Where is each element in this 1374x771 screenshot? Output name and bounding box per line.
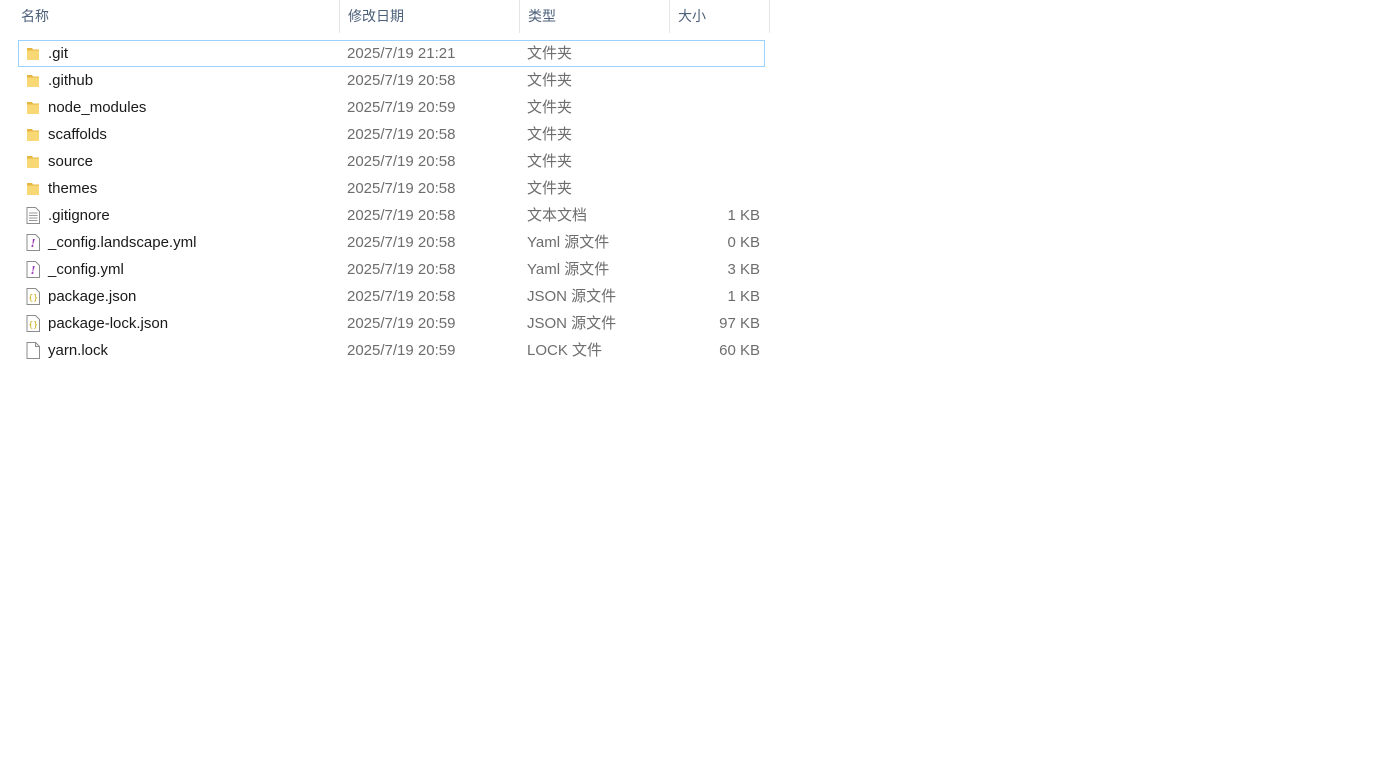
file-modified-date: 2025/7/19 20:59 (347, 342, 456, 359)
column-header-size[interactable]: 大小 (670, 0, 770, 33)
text-file-icon (26, 207, 40, 224)
file-modified-date: 2025/7/19 20:59 (347, 99, 456, 116)
file-type: Yaml 源文件 (527, 234, 610, 251)
folder-icon (26, 180, 40, 197)
file-size: 1 KB (727, 288, 760, 305)
column-header-date[interactable]: 修改日期 (340, 0, 520, 33)
file-row[interactable]: ! _config.landscape.yml 2025/7/19 20:58 Yam… (18, 229, 765, 256)
file-modified-date: 2025/7/19 20:58 (347, 153, 456, 170)
file-name: _config.yml (48, 261, 124, 278)
svg-text:!: ! (31, 264, 36, 277)
file-type: Yaml 源文件 (527, 261, 610, 278)
file-name: scaffolds (48, 126, 107, 143)
column-header-date-label: 修改日期 (348, 8, 404, 24)
folder-icon (26, 126, 40, 143)
file-row[interactable]: themes 2025/7/19 20:58 文件夹 (18, 175, 765, 202)
file-row[interactable]: {} package-lock.json 2025/7/19 20:59 JSON 源… (18, 310, 765, 337)
file-modified-date: 2025/7/19 20:59 (347, 315, 456, 332)
file-name: .git (48, 45, 69, 62)
file-type: 文件夹 (527, 99, 573, 116)
column-header-name-label: 名称 (21, 8, 49, 24)
file-name: themes (48, 180, 98, 197)
file-type: 文件夹 (527, 153, 573, 170)
column-header-name[interactable]: 名称 ^ (13, 0, 340, 33)
file-name: .github (48, 72, 94, 89)
column-header-size-label: 大小 (678, 8, 706, 24)
svg-text:{}: {} (28, 293, 38, 302)
file-modified-date: 2025/7/19 20:58 (347, 261, 456, 278)
file-modified-date: 2025/7/19 20:58 (347, 72, 456, 89)
folder-icon (26, 72, 40, 89)
file-name: yarn.lock (48, 342, 109, 359)
file-type: 文本文档 (527, 207, 588, 224)
file-type: 文件夹 (527, 45, 573, 62)
file-type: 文件夹 (527, 72, 573, 89)
yaml-file-icon: ! (26, 234, 40, 251)
file-size: 0 KB (727, 234, 760, 251)
file-type: JSON 源文件 (527, 288, 617, 305)
file-type: 文件夹 (527, 180, 573, 197)
file-name: node_modules (48, 99, 147, 116)
file-modified-date: 2025/7/19 21:21 (347, 45, 456, 62)
file-row[interactable]: {} package.json 2025/7/19 20:58 JSON 源文件 1 K… (18, 283, 765, 310)
svg-text:!: ! (31, 237, 36, 250)
file-size: 3 KB (727, 261, 760, 278)
file-modified-date: 2025/7/19 20:58 (347, 180, 456, 197)
file-row[interactable]: .github 2025/7/19 20:58 文件夹 (18, 67, 765, 94)
file-modified-date: 2025/7/19 20:58 (347, 234, 456, 251)
file-row[interactable]: ! _config.yml 2025/7/19 20:58 Yaml 源文件 3 KB (18, 256, 765, 283)
folder-icon (26, 99, 40, 116)
file-name: source (48, 153, 94, 170)
folder-icon (26, 153, 40, 170)
blank-file-icon (26, 342, 40, 359)
file-explorer: 名称 ^ 修改日期 类型 大小 .git2025/7/19 21:21文件夹.g… (0, 0, 1374, 771)
file-type: LOCK 文件 (527, 342, 603, 359)
yaml-file-icon: ! (26, 261, 40, 278)
file-row[interactable]: scaffolds 2025/7/19 20:58 文件夹 (18, 121, 765, 148)
column-header-bar: 名称 ^ 修改日期 类型 大小 (0, 0, 770, 33)
sort-ascending-icon: ^ (183, 0, 188, 7)
file-row[interactable]: yarn.lock 2025/7/19 20:59 LOCK 文件 60 KB (18, 337, 765, 364)
file-row[interactable]: source 2025/7/19 20:58 文件夹 (18, 148, 765, 175)
file-size: 97 KB (719, 315, 760, 332)
file-name: .gitignore (48, 207, 110, 224)
file-name: package-lock.json (48, 315, 169, 332)
file-row[interactable]: .git 2025/7/19 21:21 文件夹 (18, 40, 765, 67)
column-header-type[interactable]: 类型 (520, 0, 670, 33)
file-row[interactable]: .gitignore 2025/7/19 20:58 文本文档 1 KB (18, 202, 765, 229)
file-modified-date: 2025/7/19 20:58 (347, 126, 456, 143)
json-file-icon: {} (26, 315, 40, 332)
file-type: 文件夹 (527, 126, 573, 143)
file-name: package.json (48, 288, 137, 305)
file-row[interactable]: node_modules 2025/7/19 20:59 文件夹 (18, 94, 765, 121)
file-size: 60 KB (719, 342, 760, 359)
column-header-type-label: 类型 (528, 8, 556, 24)
file-modified-date: 2025/7/19 20:58 (347, 288, 456, 305)
file-modified-date: 2025/7/19 20:58 (347, 207, 456, 224)
file-list: .git 2025/7/19 21:21 文件夹 .github 2025/7/19 2… (18, 40, 765, 364)
folder-icon (26, 45, 40, 62)
svg-text:{}: {} (28, 320, 38, 329)
file-name: _config.landscape.yml (48, 234, 197, 251)
file-type: JSON 源文件 (527, 315, 617, 332)
json-file-icon: {} (26, 288, 40, 305)
file-size: 1 KB (727, 207, 760, 224)
